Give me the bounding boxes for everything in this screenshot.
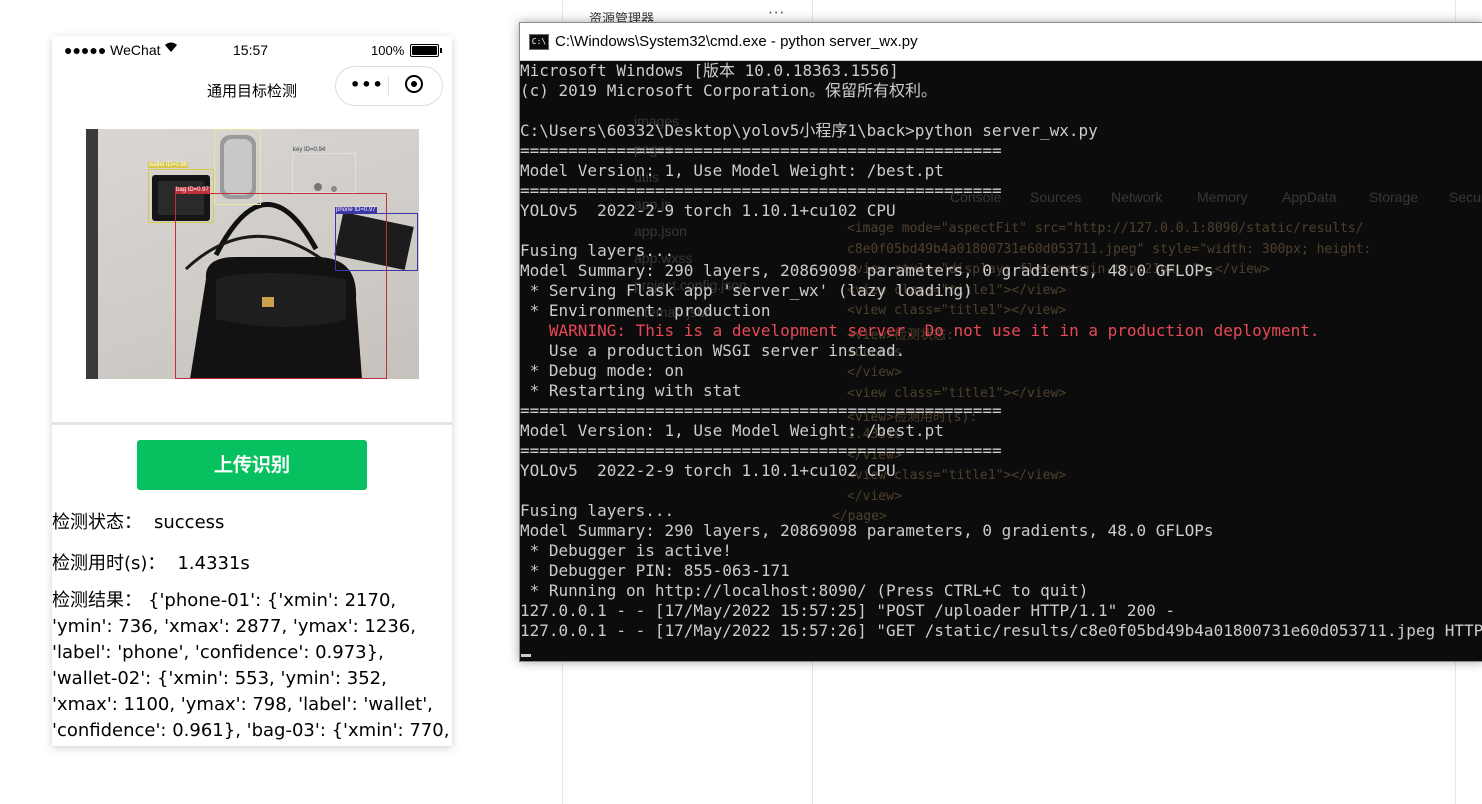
terminal-line: C:\Users\60332\Desktop\yolov5小程序1\back>p…	[520, 121, 1098, 140]
bbox-label-phone: phone ID=0.97	[335, 207, 377, 213]
terminal-line: ========================================…	[520, 181, 1002, 200]
terminal-line: Model Version: 1, Use Model Weight: /bes…	[520, 161, 944, 180]
terminal-line: YOLOv5 2022-2-9 torch 1.10.1+cu102 CPU	[520, 461, 896, 480]
terminal-line: Model Version: 1, Use Model Weight: /bes…	[520, 421, 944, 440]
terminal-output: Microsoft Windows [版本 10.0.18363.1556] (c…	[520, 61, 1482, 641]
terminal-line: Fusing layers...	[520, 241, 675, 260]
cmd-console[interactable]: images pages utils app.js app.json app.wxss pr…	[520, 61, 1482, 661]
detection-result-image: wallet ID=0.96 bag ID=0.97 key ID=0.94 p…	[86, 129, 419, 379]
terminal-line: Model Summary: 290 layers, 20869098 para…	[520, 261, 1214, 280]
terminal-line: 127.0.0.1 - - [17/May/2022 15:57:25] "PO…	[520, 601, 1176, 620]
terminal-line: 127.0.0.1 - - [17/May/2022 15:57:26] "GE…	[520, 621, 1482, 640]
bbox-key	[292, 153, 356, 193]
wifi-icon	[164, 41, 178, 56]
terminal-line: ========================================…	[520, 141, 1002, 160]
status-label: 检测状态：	[52, 512, 142, 533]
terminal-line: Fusing layers...	[520, 501, 675, 520]
terminal-line: * Restarting with stat	[520, 381, 742, 400]
detection-status-row: 检测状态： success	[52, 508, 224, 534]
terminal-line: Microsoft Windows [版本 10.0.18363.1556]	[520, 61, 899, 80]
terminal-line: WARNING: This is a development server. D…	[520, 321, 1320, 340]
terminal-line: ========================================…	[520, 401, 1002, 420]
terminal-line: * Environment: production	[520, 301, 771, 320]
bbox-label-bag: bag ID=0.97	[175, 187, 210, 193]
mini-program-capsule: •••	[335, 66, 443, 106]
terminal-line: * Debugger PIN: 855-063-171	[520, 561, 790, 580]
cmd-title: C:\Windows\System32\cmd.exe - python ser…	[555, 33, 918, 50]
terminal-line: (c) 2019 Microsoft Corporation。保留所有权利。	[520, 81, 937, 100]
terminal-line: * Debugger is active!	[520, 541, 732, 560]
battery-percent: 100%	[371, 43, 405, 58]
carrier-label: ●●●●● WeChat	[64, 42, 161, 58]
bbox-label-wallet: wallet ID=0.96	[148, 162, 189, 168]
terminal-line: Model Summary: 290 layers, 20869098 para…	[520, 521, 1214, 540]
result-value: {'phone-01': {'xmin': 2170, 'ymin': 736,…	[52, 590, 450, 741]
result-label: 检测结果：	[52, 590, 142, 611]
time-value: 1.4331s	[177, 553, 250, 574]
terminal-line: * Serving Flask app 'server_wx' (lazy lo…	[520, 281, 973, 300]
bbox-label-key: key ID=0.94	[292, 147, 327, 153]
status-value: success	[154, 512, 225, 533]
time-label: 检测用时(s)：	[52, 553, 166, 574]
detection-time-row: 检测用时(s)： 1.4331s	[52, 549, 250, 575]
phone-simulator: ●●●●● WeChat 15:57 100% 通用目标检测 ••• walle…	[52, 36, 452, 746]
terminal-line: ========================================…	[520, 441, 1002, 460]
explorer-more-icon[interactable]: ···	[768, 4, 785, 22]
detection-result-row: 检测结果： {'phone-01': {'xmin': 2170, 'ymin':…	[52, 588, 452, 744]
section-divider	[52, 422, 452, 425]
status-time: 15:57	[233, 42, 269, 58]
bbox-phone	[335, 213, 418, 271]
more-icon[interactable]: •••	[350, 75, 384, 95]
close-icon[interactable]	[405, 75, 423, 93]
terminal-line: YOLOv5 2022-2-9 torch 1.10.1+cu102 CPU	[520, 201, 896, 220]
terminal-line: Use a production WSGI server instead.	[520, 341, 906, 360]
terminal-line: * Running on http://localhost:8090/ (Pre…	[520, 581, 1089, 600]
capsule-separator	[388, 76, 389, 96]
cmd-window[interactable]: C:\ C:\Windows\System32\cmd.exe - python…	[519, 22, 1482, 662]
cmd-icon: C:\	[529, 34, 549, 50]
cmd-titlebar[interactable]: C:\ C:\Windows\System32\cmd.exe - python…	[520, 23, 1482, 61]
battery-icon	[410, 44, 442, 57]
status-bar: ●●●●● WeChat 15:57 100%	[52, 36, 452, 64]
terminal-line: * Debug mode: on	[520, 361, 684, 380]
upload-recognize-button[interactable]: 上传识别	[137, 440, 367, 490]
text-cursor	[521, 654, 531, 657]
battery-fill	[412, 46, 437, 55]
